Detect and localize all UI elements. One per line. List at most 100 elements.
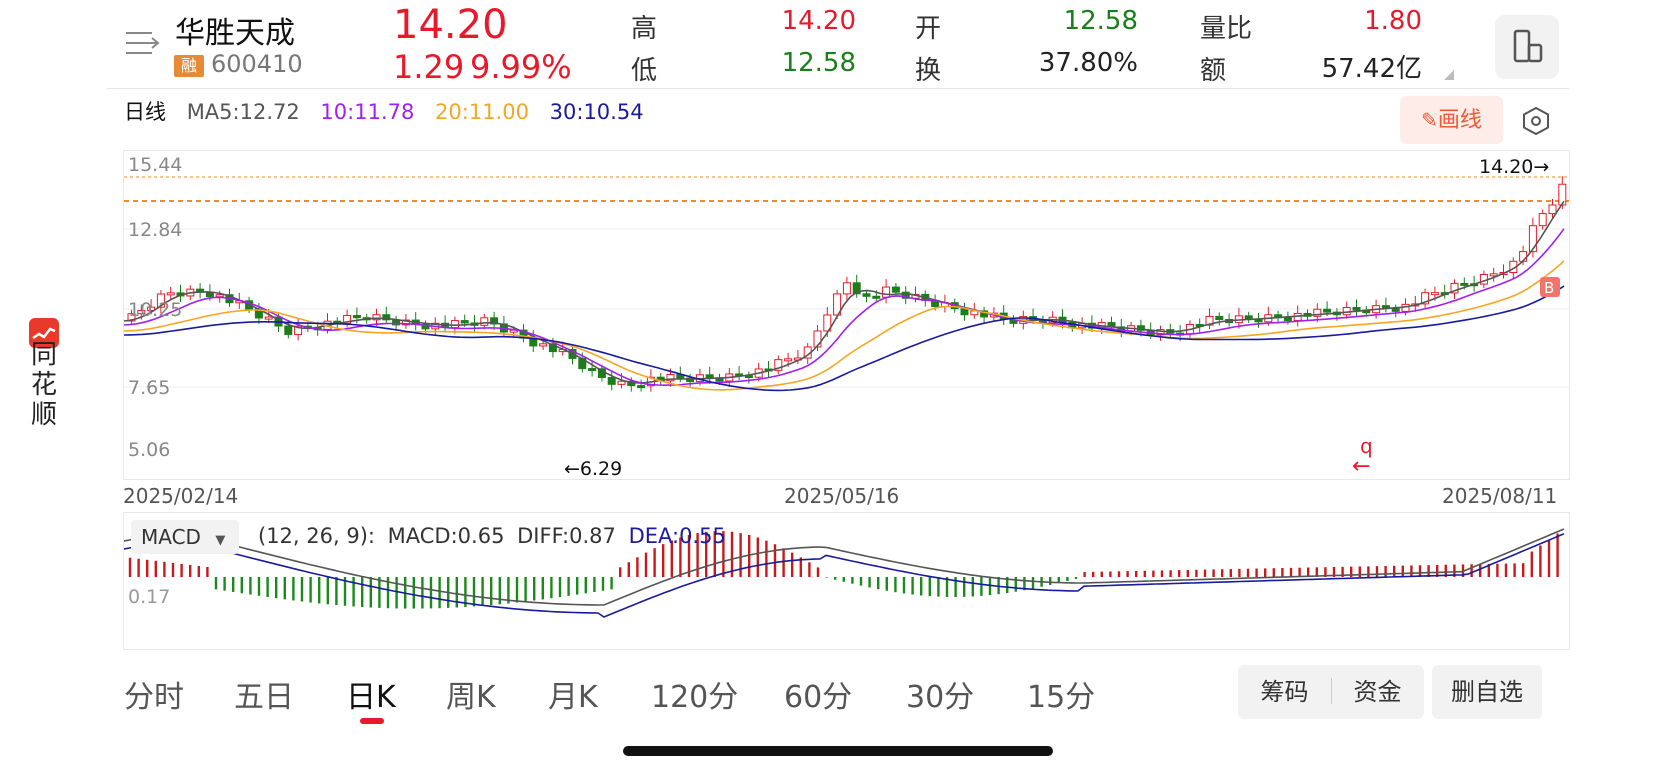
volume-ratio-label: 量比 [1200,14,1253,44]
low-price-tag: ←6.29 [564,458,622,479]
candle [215,294,224,298]
candle [460,320,469,324]
diff-value: DIFF:0.87 [517,524,616,548]
open-label: 开 [915,14,942,44]
candle [1244,315,1253,320]
candle [1283,317,1292,321]
low-value: 12.58 [781,48,856,78]
remove-watchlist-button[interactable]: 删自选 [1432,665,1542,719]
tab-daily-k[interactable]: 日K [346,672,396,716]
date-mid: 2025/05/16 [784,484,900,508]
candle [872,295,881,299]
current-price: 14.20 [393,2,508,48]
tab-five-day[interactable]: 五日 [234,672,294,716]
chevron-down-icon: ▼ [215,533,226,548]
tab-15min[interactable]: 15分 [1027,672,1095,716]
dea-value: DEA:0.55 [628,524,726,548]
funds-button[interactable]: 资金 [1331,665,1424,719]
indicator-select-label: MACD [141,525,201,549]
candle [842,282,851,295]
candle [450,320,459,329]
macd-params: (12, 26, 9): [258,524,375,548]
amount-label: 额 [1200,56,1227,86]
amount-value: 57.42亿 [1321,54,1422,84]
date-start: 2025/02/14 [123,484,239,508]
ma10-line [123,228,1565,387]
candle [1391,308,1400,312]
macd-values: (12, 26, 9): MACD:0.65 DIFF:0.87 DEA:0.5… [258,524,726,548]
kline-svg: 15.44 12.84 10.25 7.65 5.06 14.20→ ←6.29… [123,154,1569,480]
price-change: 1.29 [393,48,465,86]
low-label: 低 [631,56,658,86]
chips-button[interactable]: 筹码 [1238,665,1331,719]
candle [960,308,969,316]
candle [1342,306,1351,316]
candle [607,376,616,385]
candle [1352,306,1361,311]
stock-code: 600410 [211,50,303,78]
candle [1558,183,1567,206]
header-divider [107,88,1569,89]
candle [882,286,891,298]
expand-corner-icon[interactable] [1444,70,1454,80]
candle [1215,315,1224,321]
candle [637,385,646,389]
tab-monthly-k[interactable]: 月K [548,672,598,716]
turnover-value: 37.80% [1038,48,1138,78]
candle [1460,282,1469,286]
turnover-label: 换 [915,56,942,86]
ma5-value: MA5:12.72 [186,100,300,124]
period-label: 日线 [124,100,166,124]
y-tick-label: 5.06 [128,439,170,461]
margin-badge: 融 [174,55,204,77]
brand-char-3: 顺 [30,400,57,430]
phone-tablet-icon [1513,29,1543,63]
tab-60min[interactable]: 60分 [784,672,852,716]
candle [588,368,597,372]
candle [1548,204,1557,215]
device-toggle-button[interactable] [1495,15,1559,79]
y-tick-label: 7.65 [128,377,170,399]
last-price-tag: 14.20→ [1479,156,1549,178]
stock-name: 华胜天成 [175,16,295,51]
tab-30min[interactable]: 30分 [906,672,974,716]
candle [1323,308,1332,313]
ma10-value: 10:11.78 [320,100,415,124]
indicator-select[interactable]: MACD ▼ [131,520,239,554]
ma-legend: 日线 MA5:12.72 10:11.78 20:11.00 30:10.54 [124,96,658,126]
candle [539,343,548,347]
tab-120min[interactable]: 120分 [651,672,738,716]
hexagon-settings-icon[interactable] [1521,106,1551,136]
tab-weekly-k[interactable]: 周K [446,672,496,716]
candle [352,315,361,319]
kline-chart[interactable]: 15.44 12.84 10.25 7.65 5.06 14.20→ ←6.29… [123,150,1570,480]
ma20-value: 20:11.00 [435,100,529,124]
y-tick-label: 12.84 [128,219,182,241]
candle [617,380,626,385]
high-label: 高 [631,14,658,44]
candle [862,293,871,297]
candle [264,316,273,320]
menu-switch-icon[interactable] [124,28,160,58]
candle [784,358,793,362]
candle [891,286,900,293]
candle [480,317,489,326]
home-indicator [623,746,1053,756]
pencil-icon: ✎ [1421,108,1438,132]
candle [284,325,293,335]
active-tab-indicator [360,718,384,724]
price-change-pct: 9.99% [470,48,572,86]
ma30-line [123,285,1565,392]
y-tick-label: 15.44 [128,154,182,176]
candle [705,374,714,379]
marker-arrow-icon: ← [1352,454,1370,479]
draw-line-button[interactable]: ✎画线 [1400,96,1503,144]
candle [1430,292,1439,296]
high-value: 14.20 [781,6,856,36]
y-tick-label: 10.25 [128,299,182,321]
candle [166,292,175,296]
tab-intraday[interactable]: 分时 [124,672,184,716]
candle [1538,213,1547,227]
ma30-value: 30:10.54 [549,100,644,124]
open-value: 12.58 [1063,6,1138,36]
